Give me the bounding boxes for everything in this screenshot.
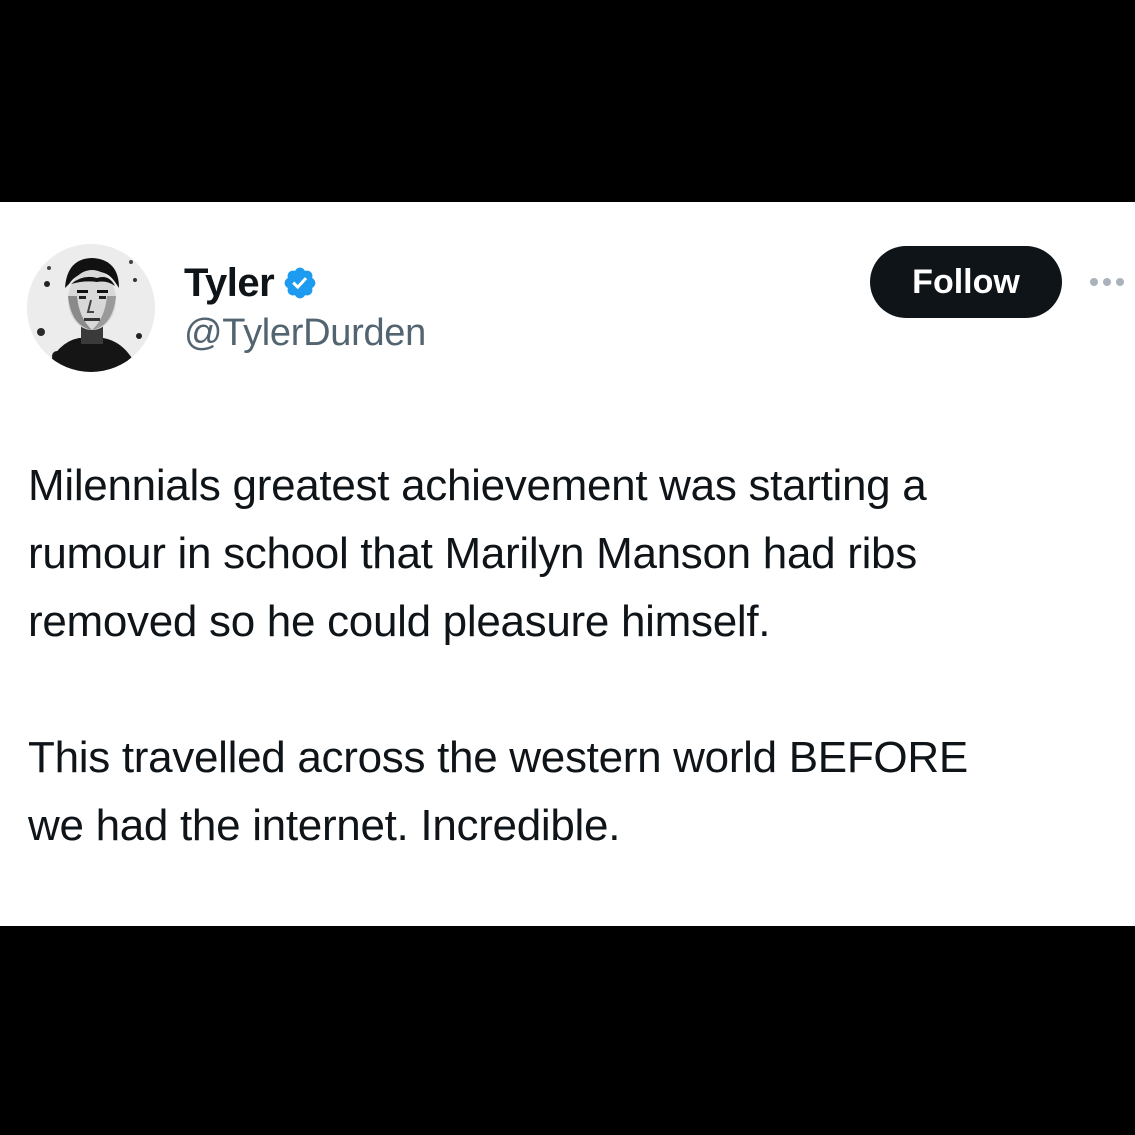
tweet-text: Milennials greatest achievement was star… xyxy=(28,452,1118,860)
follow-button[interactable]: Follow xyxy=(870,246,1062,318)
verified-badge-icon xyxy=(284,267,316,299)
author-name-row: Tyler xyxy=(184,258,318,308)
ellipsis-dot xyxy=(1116,278,1124,286)
ellipsis-dot xyxy=(1090,278,1098,286)
avatar[interactable] xyxy=(27,244,155,372)
tweet-paragraph: This travelled across the western world … xyxy=(28,733,968,850)
author-display-name[interactable]: Tyler xyxy=(184,261,275,306)
ellipsis-dot xyxy=(1103,278,1111,286)
tweet-paragraph: Milennials greatest achievement was star… xyxy=(28,461,927,646)
ellipsis-icon[interactable] xyxy=(1090,270,1135,294)
portrait-avatar-icon xyxy=(27,244,155,372)
post-frame: Tyler @TylerDurden Follow Milennials gre… xyxy=(0,0,1135,1135)
author-handle[interactable]: @TylerDurden xyxy=(184,312,426,355)
